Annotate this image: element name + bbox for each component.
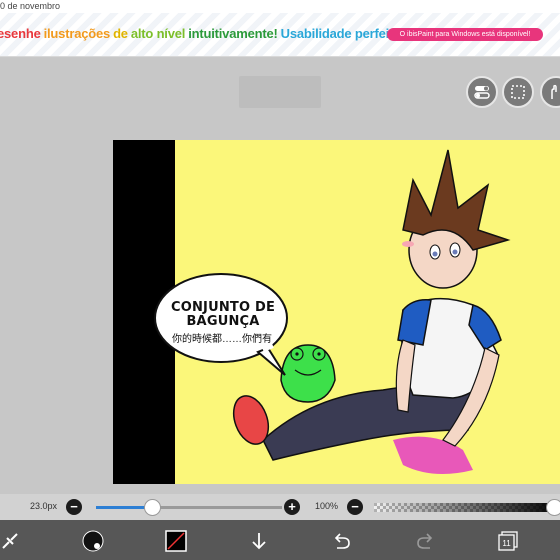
brush-size-slider[interactable] [96,506,282,509]
redo-button[interactable] [412,528,438,554]
color-button[interactable] [163,528,189,554]
undo-icon [334,533,350,549]
size-decrease-button[interactable]: − [66,499,82,515]
layers-icon: 11 [498,531,518,551]
brush-preview-button[interactable] [80,528,106,554]
banner-segment: de [113,26,128,41]
banner-segment: intuitivamente! [188,26,278,41]
arrow-down-icon [252,533,266,550]
toggle-settings-button[interactable] [466,76,498,108]
top-handle [239,76,321,108]
status-date: 0 de novembro [0,1,61,11]
bubble-subtitle: 你的時候都……你們有 [172,334,272,345]
opacity-decrease-button[interactable]: − [347,499,363,515]
brush-preview-icon [82,530,104,552]
opacity-knob[interactable] [546,499,560,516]
brush-tool-icon [2,533,18,549]
slider-row: 23.0px − + 100% − [0,494,560,520]
toggle-icon [474,86,490,99]
banner-segment: esenhe [0,26,41,41]
opacity-label: 100% [315,501,339,511]
selection-button[interactable] [502,76,534,108]
promo-banner[interactable]: esenhe ilustrações de alto nível intuitivame… [0,13,560,57]
banner-segment: ilustrações [43,26,111,41]
bubble-title: CONJUNTO DE BAGUNÇA [170,300,276,329]
size-increase-button[interactable]: + [284,499,300,515]
redo-icon [417,533,433,549]
tool-select-button[interactable] [0,528,23,554]
opacity-slider[interactable] [374,503,560,512]
canvas-workspace[interactable]: CONJUNTO DE BAGUNÇA 你的時候都……你們有 [0,58,560,494]
brush-size-label: 23.0px [30,501,58,511]
banner-segment: Usabilidade perfeita! [280,26,405,41]
banner-headline: esenhe ilustrações de alto nível intuitivame… [0,26,407,41]
bottom-toolbar: 11 [0,520,560,560]
selection-icon [511,85,525,99]
layers-count: 11 [502,539,511,548]
download-button[interactable] [246,528,272,554]
banner-cta-pill[interactable]: O ibisPaint para Windows está disponível… [387,28,543,41]
banner-segment: alto nível [130,26,186,41]
gesture-button[interactable] [540,76,560,108]
layers-button[interactable]: 11 [495,528,521,554]
color-swatch-icon [165,530,187,552]
app-root: 0 de novembro esenhe ilustrações de alto ní… [0,0,560,560]
hand-icon [551,84,557,99]
undo-button[interactable] [329,528,355,554]
status-bar: 0 de novembro [0,0,560,13]
brush-size-knob[interactable] [143,499,161,516]
